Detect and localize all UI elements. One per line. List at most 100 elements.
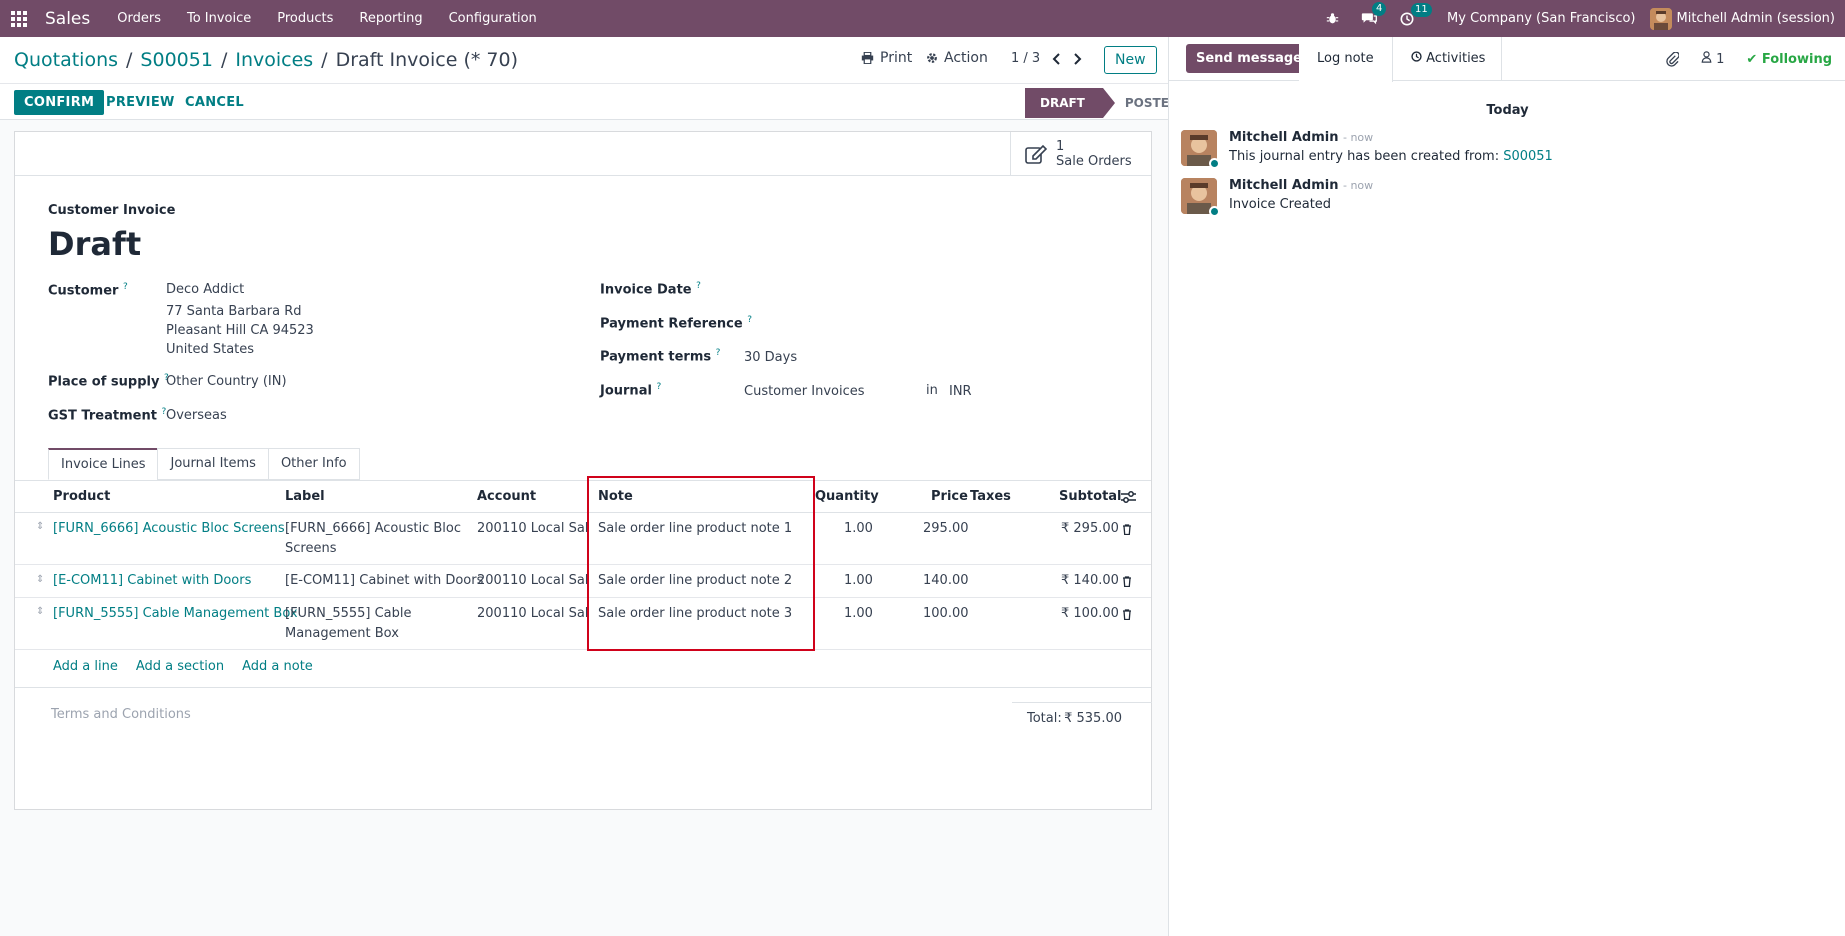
log-note-button[interactable]: Log note	[1299, 37, 1393, 82]
table-row[interactable]: ⇕ [FURN_5555] Cable Management Box [FURN…	[15, 598, 1151, 650]
author-avatar[interactable]	[1181, 130, 1220, 169]
place-of-supply-field[interactable]: Other Country (IN)	[166, 372, 287, 391]
trash-icon[interactable]	[1122, 524, 1132, 535]
help-icon[interactable]: ?	[747, 315, 752, 325]
activities-button[interactable]: Activities	[1395, 37, 1503, 81]
message-order-link[interactable]: S00051	[1503, 149, 1553, 164]
table-row[interactable]: ⇕ [E-COM11] Cabinet with Doors [E-COM11]…	[15, 565, 1151, 598]
help-icon[interactable]: ?	[696, 281, 701, 291]
company-switcher[interactable]: My Company (San Francisco)	[1447, 11, 1635, 26]
row-account[interactable]: 200110 Local Sales	[477, 571, 589, 591]
row-quantity[interactable]: 1.00	[844, 519, 873, 539]
message-author[interactable]: Mitchell Admin - now	[1229, 178, 1373, 193]
help-icon[interactable]: ?	[123, 282, 128, 292]
breadcrumb-quotations[interactable]: Quotations	[14, 49, 118, 71]
menu-reporting[interactable]: Reporting	[359, 11, 422, 26]
activities-badge: 11	[1411, 2, 1432, 17]
bug-icon[interactable]	[1326, 12, 1339, 25]
status-draft[interactable]: DRAFT	[1025, 88, 1115, 118]
col-account[interactable]: Account	[477, 489, 536, 504]
row-account[interactable]: 200110 Local Sales	[477, 519, 589, 539]
drag-handle-icon[interactable]: ⇕	[36, 606, 44, 617]
menu-orders[interactable]: Orders	[117, 11, 161, 26]
customer-field[interactable]: Deco Addict 77 Santa Barbara Rd Pleasant…	[166, 280, 314, 359]
customer-label: Customer ?	[48, 282, 128, 299]
print-button[interactable]: Print	[861, 50, 912, 66]
row-account[interactable]: 200110 Local Sales	[477, 604, 589, 624]
row-label[interactable]: [FURN_6666] Acoustic Bloc Screens	[285, 519, 461, 559]
trash-icon[interactable]	[1122, 576, 1132, 587]
menu-products[interactable]: Products	[277, 11, 333, 26]
action-bar: CONFIRM PREVIEW CANCEL DRAFT POSTED	[0, 83, 1179, 120]
invoice-name: Draft	[48, 225, 142, 263]
row-quantity[interactable]: 1.00	[844, 571, 873, 591]
paperclip-icon[interactable]	[1666, 51, 1679, 67]
add-section-link[interactable]: Add a section	[136, 659, 224, 674]
row-price[interactable]: 140.00	[923, 571, 969, 591]
row-product[interactable]: [FURN_6666] Acoustic Bloc Screens	[53, 519, 285, 539]
drag-handle-icon[interactable]: ⇕	[36, 574, 44, 585]
user-menu[interactable]: Mitchell Admin (session)	[1677, 11, 1836, 26]
row-price[interactable]: 295.00	[923, 519, 969, 539]
activities-clock-icon[interactable]: 11	[1400, 2, 1432, 26]
row-note[interactable]: Sale order line product note 1	[598, 519, 792, 539]
pager-value[interactable]: 1 / 3	[1011, 51, 1040, 66]
help-icon[interactable]: ?	[656, 382, 661, 392]
payment-terms-field[interactable]: 30 Days	[744, 348, 797, 367]
row-label[interactable]: [FURN_5555] Cable Management Box	[285, 604, 412, 644]
following-button[interactable]: ✔ Following	[1746, 52, 1832, 67]
add-line-link[interactable]: Add a line	[53, 659, 118, 674]
send-message-button[interactable]: Send message	[1186, 44, 1312, 73]
row-quantity[interactable]: 1.00	[844, 604, 873, 624]
confirm-button[interactable]: CONFIRM	[14, 90, 105, 115]
breadcrumb-invoices[interactable]: Invoices	[235, 49, 313, 71]
preview-button[interactable]: PREVIEW	[106, 95, 175, 110]
row-label[interactable]: [E-COM11] Cabinet with Doors	[285, 571, 483, 591]
invoice-lines-header: Product Label Account Note Quantity Pric…	[15, 481, 1151, 513]
row-product[interactable]: [FURN_5555] Cable Management Box	[53, 604, 298, 624]
terms-and-conditions-field[interactable]: Terms and Conditions	[51, 707, 191, 722]
col-note[interactable]: Note	[598, 489, 633, 504]
chevron-right-icon[interactable]	[1073, 52, 1082, 65]
trash-icon[interactable]	[1122, 609, 1132, 620]
col-taxes[interactable]: Taxes	[970, 489, 1011, 504]
drag-handle-icon[interactable]: ⇕	[36, 521, 44, 532]
tab-other-info[interactable]: Other Info	[267, 448, 360, 480]
currency-field[interactable]: INR	[949, 382, 972, 401]
message-time: - now	[1342, 131, 1374, 144]
gst-treatment-field[interactable]: Overseas	[166, 406, 227, 425]
help-icon[interactable]: ?	[716, 348, 721, 358]
tab-invoice-lines[interactable]: Invoice Lines	[48, 448, 159, 480]
followers-button[interactable]: 1	[1701, 51, 1724, 67]
app-brand[interactable]: Sales	[45, 9, 90, 29]
action-button[interactable]: Action	[926, 50, 988, 66]
breadcrumb-order[interactable]: S00051	[140, 49, 213, 71]
col-price[interactable]: Price	[931, 489, 968, 504]
menu-to-invoice[interactable]: To Invoice	[187, 11, 251, 26]
row-price[interactable]: 100.00	[923, 604, 969, 624]
row-product[interactable]: [E-COM11] Cabinet with Doors	[53, 571, 251, 591]
table-row[interactable]: ⇕ [FURN_6666] Acoustic Bloc Screens [FUR…	[15, 513, 1151, 565]
menu-configuration[interactable]: Configuration	[449, 11, 537, 26]
add-note-link[interactable]: Add a note	[242, 659, 313, 674]
sale-orders-smart-button[interactable]: 1 Sale Orders	[1010, 132, 1151, 176]
total-value: ₹ 535.00	[1064, 711, 1122, 726]
column-settings-icon[interactable]	[1121, 491, 1136, 503]
message-author[interactable]: Mitchell Admin - now	[1229, 130, 1373, 145]
cancel-button[interactable]: CANCEL	[185, 95, 244, 110]
user-avatar[interactable]	[1649, 7, 1672, 30]
tab-journal-items[interactable]: Journal Items	[157, 448, 269, 480]
col-quantity[interactable]: Quantity	[815, 489, 879, 504]
new-button[interactable]: New	[1104, 46, 1157, 74]
row-note[interactable]: Sale order line product note 2	[598, 571, 792, 591]
messages-icon[interactable]: 4	[1361, 2, 1387, 26]
totals-summary: Total: ₹ 535.00	[1012, 702, 1152, 726]
col-product[interactable]: Product	[53, 489, 110, 504]
row-note[interactable]: Sale order line product note 3	[598, 604, 792, 624]
author-avatar[interactable]	[1181, 178, 1220, 217]
journal-field[interactable]: Customer Invoices	[744, 382, 865, 401]
apps-menu-icon[interactable]	[11, 10, 27, 27]
chevron-left-icon[interactable]	[1052, 52, 1061, 65]
col-subtotal[interactable]: Subtotal	[1059, 489, 1122, 504]
col-label[interactable]: Label	[285, 489, 325, 504]
